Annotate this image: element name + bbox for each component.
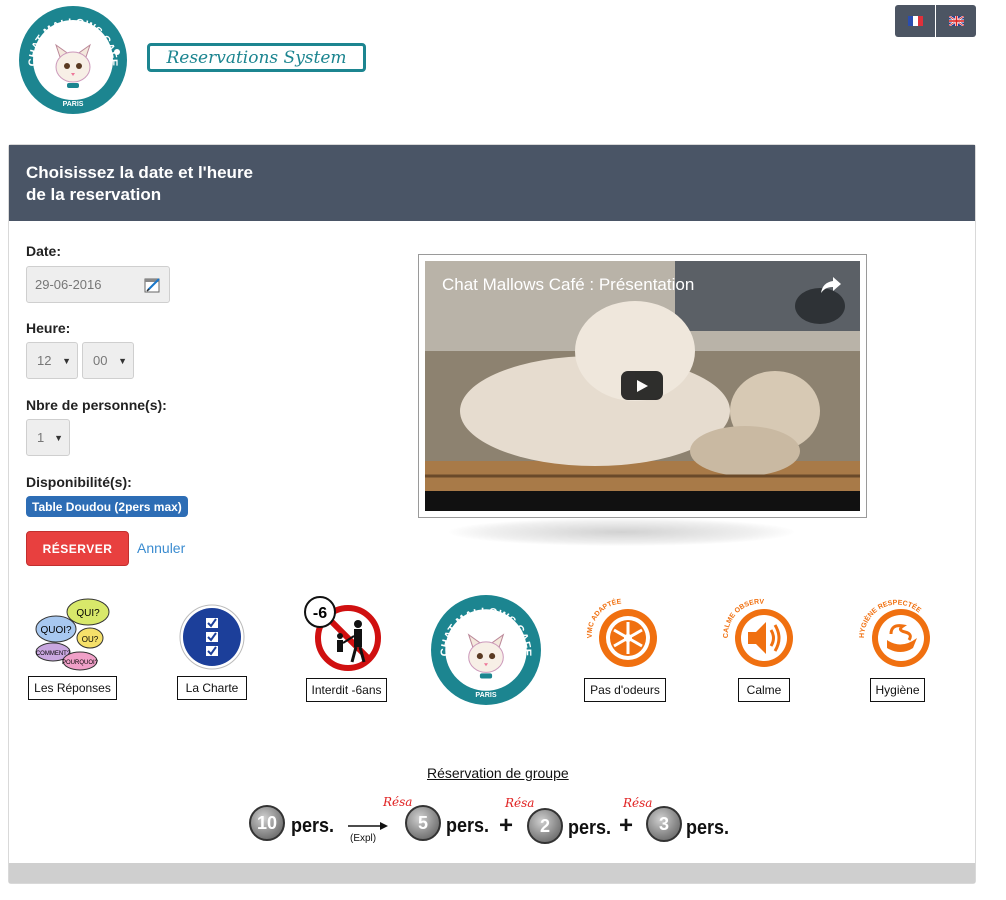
hour-value: 12 — [37, 353, 52, 368]
group-part-circle-1: 5 — [405, 805, 441, 841]
reservation-panel: Choisissez la date et l'heure de la rese… — [8, 144, 976, 884]
brand-title: Reservations System — [147, 43, 366, 72]
panel-title-line2: de la reservation — [26, 185, 162, 204]
date-field[interactable]: 29-06-2016 — [26, 266, 170, 303]
speech-bubbles-icon[interactable]: QUI? QUOI? OU? COMMENT? POURQUOI? — [32, 598, 112, 672]
minute-select[interactable]: 00 ▼ — [82, 342, 134, 379]
video-player[interactable]: Chat Mallows Café : Présentation — [425, 261, 860, 511]
availability-badge[interactable]: Table Doudou (2pers max) — [26, 496, 188, 517]
hour-select[interactable]: 12 ▼ — [26, 342, 78, 379]
chevron-down-icon: ▼ — [62, 356, 71, 366]
heure-label: Heure: — [26, 320, 71, 336]
group-part-circle-3: 3 — [646, 806, 682, 842]
example-note: (Expl) — [350, 833, 377, 844]
group-part-unit-2: pers. — [568, 817, 612, 839]
video-title: Chat Mallows Café : Présentation — [442, 275, 695, 294]
no-children-icon[interactable]: -6 — [302, 596, 382, 672]
plus-sign-1: + — [499, 812, 514, 839]
svg-text:QUI?: QUI? — [76, 608, 100, 619]
panel-header: Choisissez la date et l'heure de la rese… — [9, 145, 975, 221]
chevron-down-icon: ▼ — [54, 433, 63, 443]
charte-link[interactable]: La Charte — [177, 676, 247, 700]
odeurs-link[interactable]: Pas d'odeurs — [584, 678, 666, 702]
date-label: Date: — [26, 243, 62, 259]
persons-label: Nbre de personne(s): — [26, 397, 167, 413]
persons-value: 1 — [37, 430, 45, 445]
group-reservation-title: Réservation de groupe — [427, 765, 569, 781]
play-icon — [637, 379, 648, 392]
interdit-link[interactable]: Interdit -6ans — [306, 678, 387, 702]
language-english-button[interactable] — [936, 5, 976, 37]
plus-sign-2: + — [619, 812, 634, 839]
cancel-link[interactable]: Annuler — [137, 540, 185, 556]
group-part-circle-2: 2 — [527, 808, 563, 844]
group-part-unit-3: pers. — [686, 817, 730, 839]
cafe-logo-icon[interactable]: CHAT MALLOWS CAFE PARIS — [430, 594, 542, 706]
dispo-label: Disponibilité(s): — [26, 474, 132, 490]
calendar-edit-icon[interactable] — [144, 276, 162, 294]
language-french-button[interactable] — [895, 5, 935, 37]
resa-note-1: Résa — [383, 795, 413, 809]
play-button[interactable] — [621, 371, 663, 400]
volume-speaker-icon[interactable]: CALME OBSERVÉ — [720, 594, 800, 670]
group-total-unit: pers. — [291, 815, 335, 837]
charter-checklist-icon[interactable] — [179, 604, 245, 670]
flag-uk-icon — [948, 16, 964, 26]
date-value: 29-06-2016 — [35, 277, 102, 292]
hygiene-link[interactable]: Hygiène — [870, 678, 925, 702]
share-icon[interactable] — [820, 275, 842, 295]
ventilation-icon[interactable]: VMC ADAPTÉE — [582, 594, 662, 670]
reserve-button[interactable]: RÉSERVER — [26, 531, 129, 566]
svg-text:PARIS: PARIS — [63, 101, 84, 108]
resa-note-2: Résa — [505, 796, 535, 810]
panel-footer — [9, 863, 975, 883]
persons-select[interactable]: 1 ▼ — [26, 419, 70, 456]
svg-text:QUOI?: QUOI? — [40, 625, 72, 636]
panel-title-line1: Choisissez la date et l'heure — [26, 163, 254, 182]
minute-value: 00 — [93, 353, 108, 368]
chevron-down-icon: ▼ — [118, 356, 127, 366]
group-total-circle: 10 — [249, 805, 285, 841]
group-part-unit-1: pers. — [446, 815, 490, 837]
panel-title: Choisissez la date et l'heure de la rese… — [26, 162, 286, 206]
resa-note-3: Résa — [623, 796, 653, 810]
svg-text:PARIS: PARIS — [475, 691, 496, 699]
hygiene-icon[interactable]: HYGIÈNE RESPECTÉE — [857, 594, 937, 670]
svg-text:POURQUOI?: POURQUOI? — [62, 660, 99, 666]
svg-text:-6: -6 — [313, 605, 327, 622]
video-embed[interactable]: Chat Mallows Café : Présentation — [418, 254, 867, 518]
reponses-link[interactable]: Les Réponses — [28, 676, 117, 700]
calme-link[interactable]: Calme — [738, 678, 790, 702]
video-shadow — [449, 518, 794, 546]
svg-text:OU?: OU? — [82, 635, 99, 644]
arrow-right-icon — [348, 822, 388, 830]
chat-mallows-logo: CHAT MALLOWS CAFE PARIS — [19, 6, 127, 114]
flag-fr-icon — [907, 16, 923, 26]
